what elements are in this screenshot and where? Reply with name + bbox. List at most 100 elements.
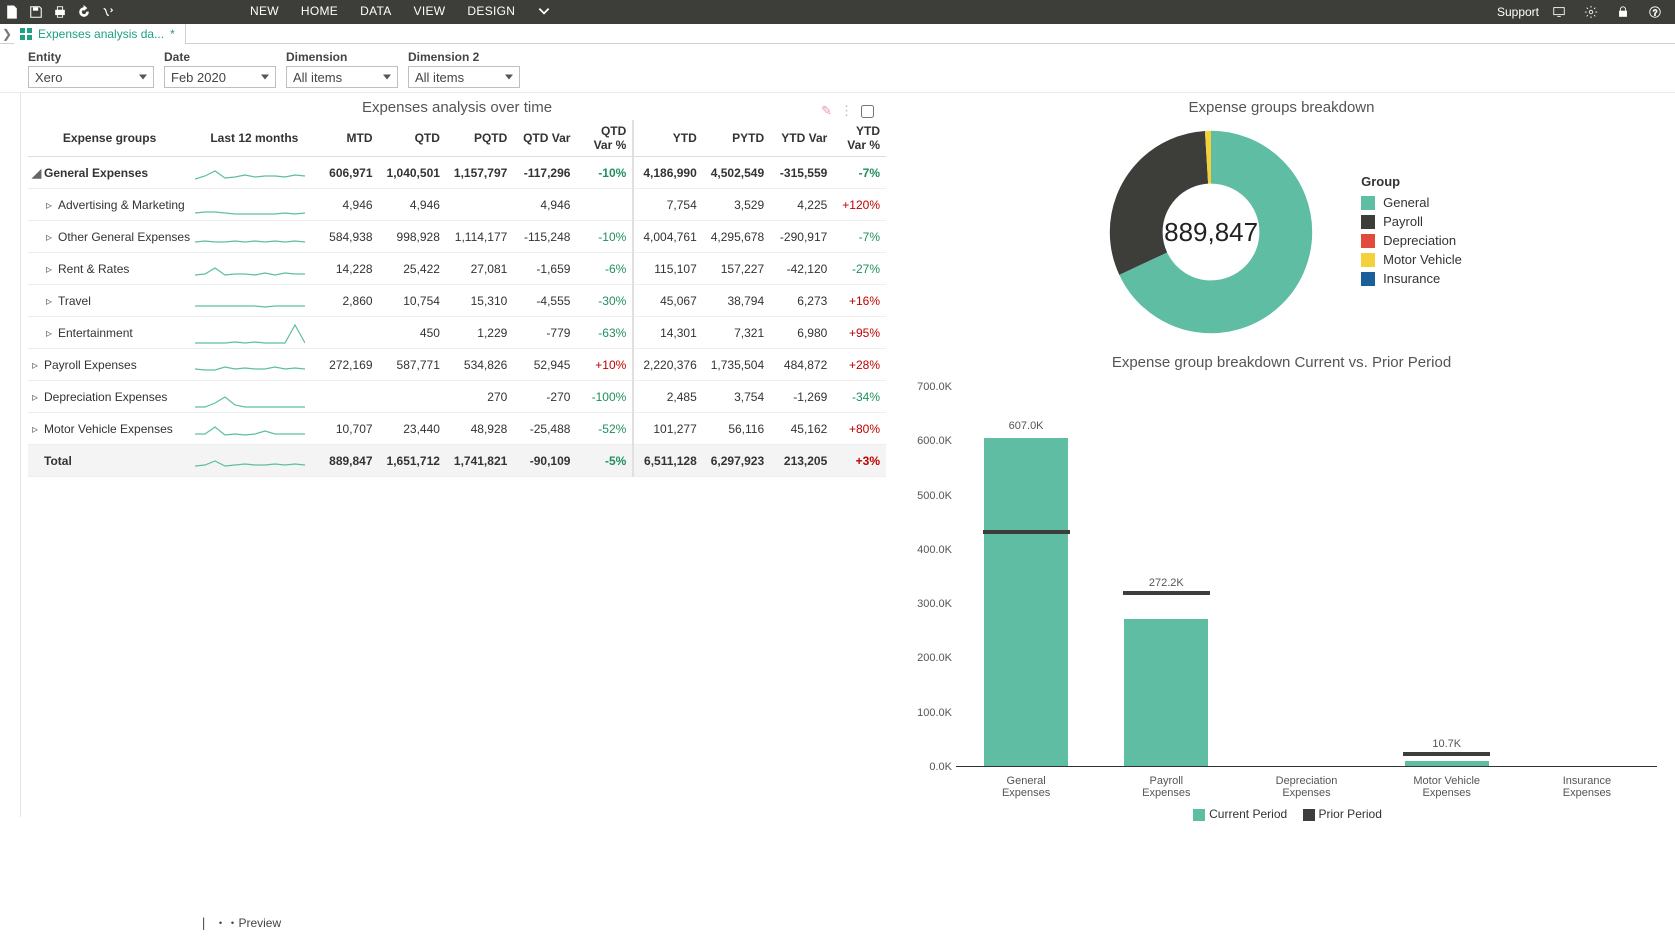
donut-center-value: 889,847 <box>1101 122 1321 342</box>
menu-view[interactable]: VIEW <box>414 4 446 21</box>
table-row[interactable]: ▹Advertising & Marketing 4,946 4,946 4,9… <box>28 189 886 221</box>
monitor-icon[interactable] <box>1547 0 1571 24</box>
sheet-tab[interactable]: Expenses analysis da... * <box>14 24 186 44</box>
tree-toggle-icon[interactable]: ▹ <box>32 358 42 372</box>
tree-toggle-icon[interactable]: ▹ <box>46 262 56 276</box>
legend-item[interactable]: Depreciation <box>1361 233 1462 248</box>
table-row[interactable]: ▹Payroll Expenses 272,169 587,771 534,82… <box>28 349 886 381</box>
gear-icon[interactable] <box>1579 0 1603 24</box>
main-menu: NEW HOME DATA VIEW DESIGN <box>250 4 551 21</box>
y-tick: 400.0K <box>917 544 952 556</box>
y-tick: 500.0K <box>917 490 952 502</box>
table-row[interactable]: ▹Depreciation Expenses 270 -270 -100% 2,… <box>28 381 886 413</box>
help-icon[interactable]: ? <box>1643 0 1667 24</box>
tree-toggle-icon[interactable]: ▹ <box>46 294 56 308</box>
support-link[interactable]: Support <box>1497 5 1539 19</box>
filter-dimension2-label: Dimension 2 <box>408 50 520 64</box>
bar-slot[interactable]: 272.2K <box>1096 387 1236 767</box>
sheet-icon <box>20 28 32 40</box>
charts-panel: Expense groups breakdown 889,847 Group G… <box>886 93 1675 817</box>
col-qtdvar[interactable]: QTD Var <box>513 120 576 157</box>
x-label: DepreciationExpenses <box>1236 775 1376 799</box>
edit-icon[interactable]: ✎ <box>821 103 832 119</box>
table-title: Expenses analysis over time <box>28 99 886 116</box>
bar-chart[interactable]: 700.0K600.0K500.0K400.0K300.0K200.0K100.… <box>896 377 1667 817</box>
table-checkbox[interactable] <box>861 105 874 118</box>
filter-dimension2-dropdown[interactable]: All items <box>408 66 520 88</box>
tree-toggle-icon[interactable]: ▹ <box>32 422 42 436</box>
y-tick: 100.0K <box>917 707 952 719</box>
x-label: InsuranceExpenses <box>1517 775 1657 799</box>
col-qtdvarp[interactable]: QTD Var % <box>576 120 633 157</box>
y-tick: 300.0K <box>917 598 952 610</box>
more-icon[interactable]: ⋮ <box>840 103 853 119</box>
bar-slot[interactable]: 10.7K <box>1377 387 1517 767</box>
col-qtd[interactable]: QTD <box>379 120 446 157</box>
y-tick: 0.0K <box>929 761 952 773</box>
filter-dimension-dropdown[interactable]: All items <box>286 66 398 88</box>
sheet-dirty-indicator: * <box>170 27 175 41</box>
menu-data[interactable]: DATA <box>360 4 391 21</box>
col-ytdvarp[interactable]: YTD Var % <box>833 120 886 157</box>
menu-design[interactable]: DESIGN <box>467 4 515 21</box>
table-row[interactable]: ▹Rent & Rates 14,228 25,422 27,081 -1,65… <box>28 253 886 285</box>
x-label: PayrollExpenses <box>1096 775 1236 799</box>
table-panel: Expenses analysis over time ✎ ⋮ Expense … <box>28 93 886 817</box>
bar-slot[interactable] <box>1517 387 1657 767</box>
top-toolbar: NEW HOME DATA VIEW DESIGN Support ? <box>0 0 1675 24</box>
toolbar-right: Support ? <box>1497 0 1675 24</box>
tree-toggle-icon[interactable]: ▹ <box>46 198 56 212</box>
col-ytdvar[interactable]: YTD Var <box>770 120 833 157</box>
legend-item[interactable]: Motor Vehicle <box>1361 252 1462 267</box>
script-icon[interactable] <box>96 0 120 24</box>
table-row[interactable]: ▹Entertainment 450 1,229 -779 -63% 14,30… <box>28 317 886 349</box>
legend-item[interactable]: General <box>1361 195 1462 210</box>
legend-item[interactable]: Payroll <box>1361 214 1462 229</box>
table-row[interactable]: Total 889,847 1,651,712 1,741,821 -90,10… <box>28 445 886 477</box>
legend-title: Group <box>1361 174 1462 189</box>
bar-legend: Current Period Prior Period <box>896 807 1667 821</box>
filter-entity-dropdown[interactable]: Xero <box>28 66 154 88</box>
preview-label: | ・・Preview <box>200 914 281 931</box>
tree-toggle-icon[interactable]: ▹ <box>32 390 42 404</box>
new-doc-icon[interactable] <box>0 0 24 24</box>
expense-table: Expense groups Last 12 months MTD QTD PQ… <box>28 120 886 477</box>
col-last12m[interactable]: Last 12 months <box>191 120 317 157</box>
table-row[interactable]: ▹Other General Expenses 584,938 998,928 … <box>28 221 886 253</box>
donut-title: Expense groups breakdown <box>896 99 1667 116</box>
donut-legend: Group General Payroll Depreciation Motor Ve… <box>1361 174 1462 290</box>
save-icon[interactable] <box>24 0 48 24</box>
menu-new[interactable]: NEW <box>250 4 279 21</box>
lock-icon[interactable] <box>1611 0 1635 24</box>
bar-title: Expense group breakdown Current vs. Prio… <box>896 354 1667 371</box>
donut-chart[interactable]: 889,847 <box>1101 122 1321 342</box>
x-label: Motor VehicleExpenses <box>1377 775 1517 799</box>
col-expense-groups[interactable]: Expense groups <box>28 120 191 157</box>
table-row[interactable]: ▹Motor Vehicle Expenses 10,707 23,440 48… <box>28 413 886 445</box>
bar-slot[interactable] <box>1236 387 1376 767</box>
col-pqtd[interactable]: PQTD <box>446 120 513 157</box>
bar-slot[interactable]: 607.0K <box>956 387 1096 767</box>
expand-panel-icon[interactable]: ❯ <box>0 27 14 41</box>
y-tick: 200.0K <box>917 652 952 664</box>
menu-home[interactable]: HOME <box>301 4 338 21</box>
tree-toggle-icon[interactable]: ▹ <box>46 326 56 340</box>
tree-toggle-icon[interactable]: ▹ <box>46 230 56 244</box>
menu-more-chevron[interactable] <box>537 4 551 21</box>
tree-toggle-icon[interactable]: ◢ <box>32 166 42 180</box>
y-tick: 700.0K <box>917 381 952 393</box>
table-row[interactable]: ▹Travel 2,860 10,754 15,310 -4,555 -30% … <box>28 285 886 317</box>
filter-entity-label: Entity <box>28 50 154 64</box>
sheet-tab-label: Expenses analysis da... <box>38 27 164 41</box>
sheet-tab-bar: ❯ Expenses analysis da... * <box>0 24 1675 44</box>
filter-bar: Entity Xero Date Feb 2020 Dimension All … <box>0 44 1675 93</box>
refresh-icon[interactable] <box>72 0 96 24</box>
table-row[interactable]: ◢General Expenses 606,971 1,040,501 1,15… <box>28 157 886 189</box>
filter-date-label: Date <box>164 50 276 64</box>
filter-date-dropdown[interactable]: Feb 2020 <box>164 66 276 88</box>
legend-item[interactable]: Insurance <box>1361 271 1462 286</box>
col-mtd[interactable]: MTD <box>318 120 379 157</box>
print-icon[interactable] <box>48 0 72 24</box>
col-ytd[interactable]: YTD <box>633 120 702 157</box>
col-pytd[interactable]: PYTD <box>703 120 770 157</box>
